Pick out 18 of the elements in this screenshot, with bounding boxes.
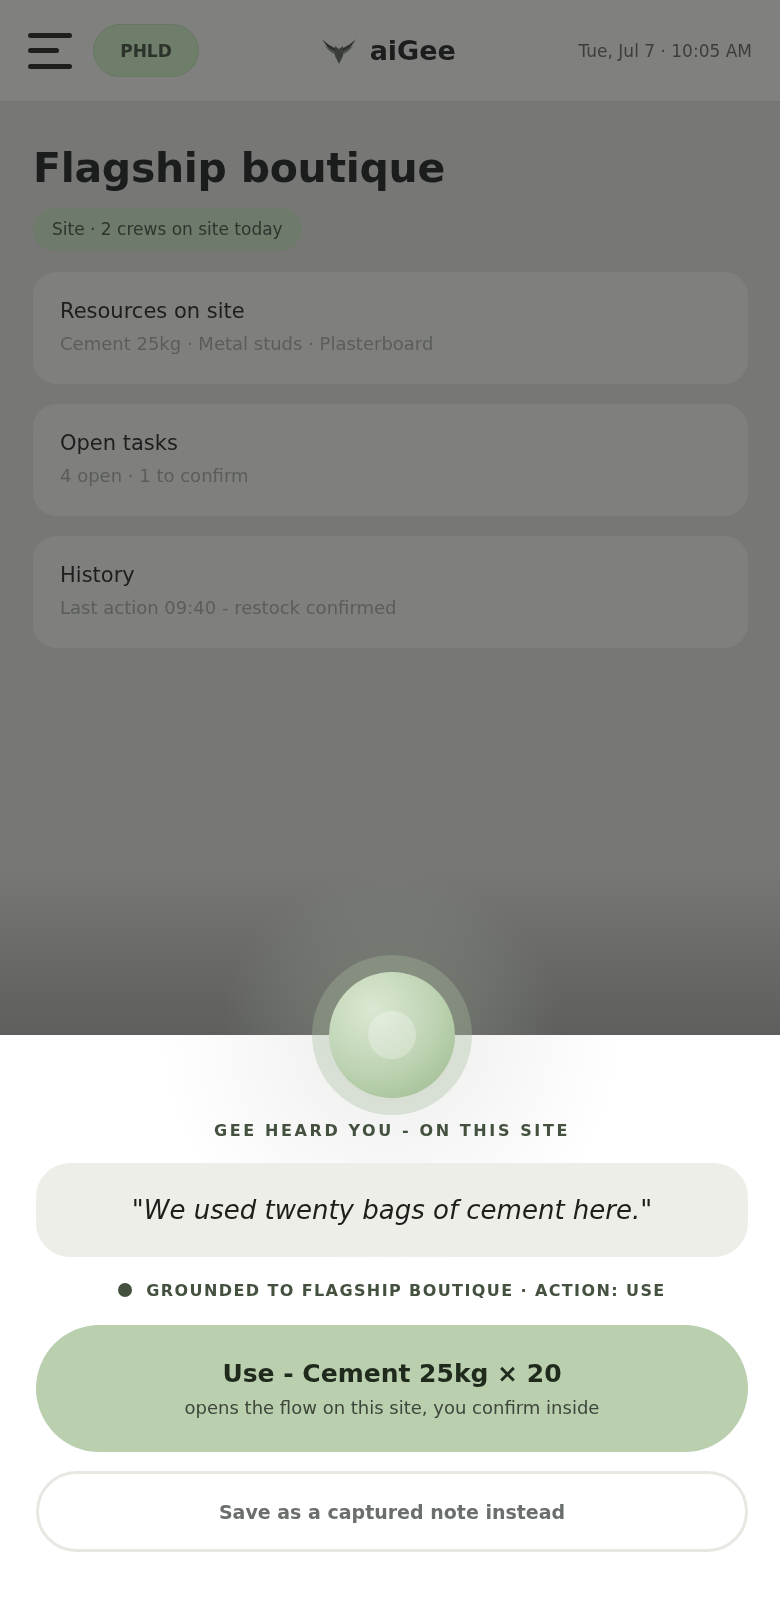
card-title: Resources on site [60,298,246,325]
card-title: History [60,562,136,589]
site-title: Flagship boutique [33,143,446,194]
brand-name: aiGee [369,35,456,66]
menu-icon [28,32,72,69]
card-title: Open tasks [60,430,179,457]
workspace-badge[interactable]: PHLD [93,24,199,77]
status-dot-icon [118,1283,133,1297]
menu-button[interactable] [28,32,72,69]
sheet-heading: GEE HEARD YOU - ON THIS SITE [213,1120,571,1142]
site-info-chip: Site · 2 crews on site today [33,208,302,251]
transcript-bubble: "We used twenty bags of cement here." [36,1163,748,1257]
winged-emblem-icon [321,37,356,64]
save-note-button[interactable]: Save as a captured note instead [36,1471,748,1552]
use-action-button[interactable]: Use - Cement 25kg × 20 opens the flow on this site, you confirm inside [36,1325,748,1452]
grounding-label: GROUNDED TO FLAGSHIP BOUTIQUE · ACTION: USE [146,1280,666,1300]
voice-orb-icon[interactable] [312,955,472,1115]
date-time: Tue, Jul 7 · 10:05 AM [578,40,752,61]
